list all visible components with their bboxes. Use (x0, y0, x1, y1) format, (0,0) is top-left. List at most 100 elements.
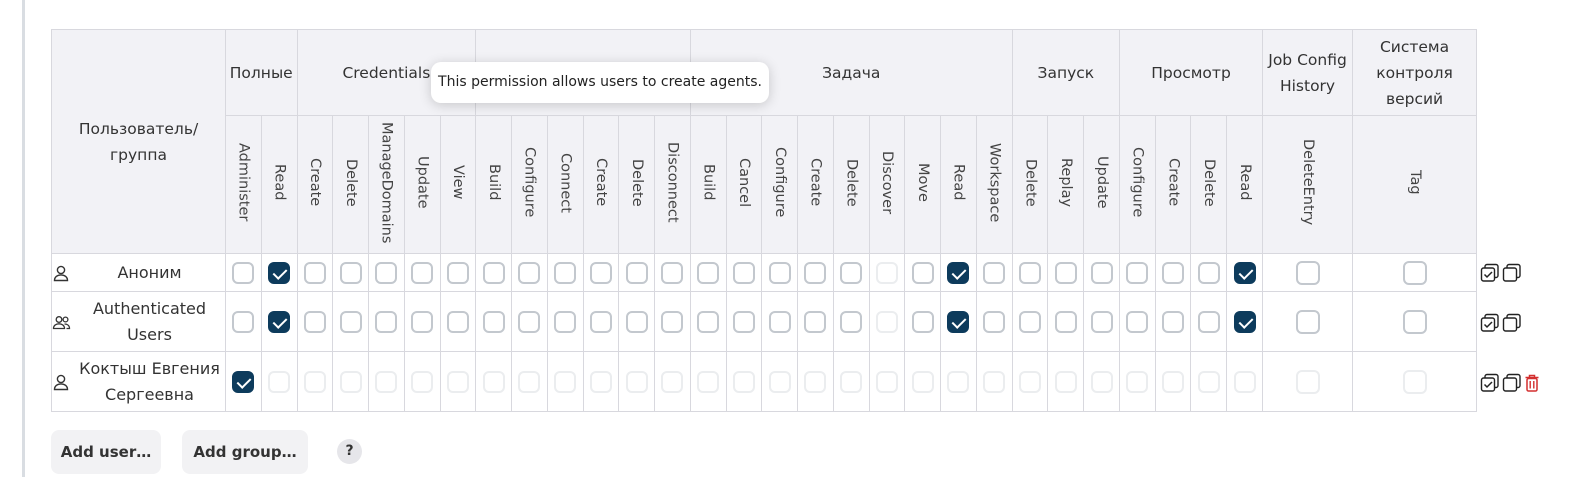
permission-checkbox[interactable] (1126, 261, 1149, 284)
permission-checkbox[interactable] (375, 261, 398, 284)
permission-checkbox (554, 370, 577, 393)
permission-label: Cancel (736, 157, 753, 208)
permission-checkbox-checked[interactable] (1233, 310, 1256, 333)
permission-checkbox[interactable] (518, 310, 541, 333)
permission-column-header: ManageDomains (368, 115, 405, 254)
permission-checkbox[interactable] (1197, 261, 1220, 284)
permission-group-label: Job Config History (1268, 50, 1347, 95)
permission-checkbox[interactable] (589, 310, 612, 333)
permission-checkbox[interactable] (1090, 310, 1113, 333)
permission-checkbox[interactable] (911, 310, 934, 333)
permission-checkbox[interactable] (232, 310, 255, 333)
row-tools (1480, 313, 1522, 333)
permission-checkbox[interactable] (661, 310, 684, 333)
permission-cell (403, 253, 441, 292)
permission-checkbox[interactable] (1197, 310, 1220, 333)
permission-checkbox[interactable] (804, 310, 827, 333)
permission-checkbox[interactable] (1019, 310, 1042, 333)
permission-checkbox[interactable] (339, 310, 362, 333)
permission-group-header: Просмотр (1118, 29, 1264, 116)
permission-cell (1262, 351, 1354, 412)
permission-checkbox[interactable] (1162, 261, 1185, 284)
permission-checkbox[interactable] (1126, 310, 1149, 333)
permission-checkbox[interactable] (1162, 310, 1185, 333)
permission-checkbox[interactable] (983, 310, 1006, 333)
permission-checkbox[interactable] (589, 261, 612, 284)
permission-label: Create (807, 158, 824, 207)
permission-checkbox[interactable] (1054, 261, 1077, 284)
add-user-button[interactable]: Add user… (51, 430, 161, 474)
permission-checkbox[interactable] (518, 261, 541, 284)
permission-cell (761, 351, 799, 412)
permission-checkbox[interactable] (697, 261, 720, 284)
permission-checkbox[interactable] (661, 261, 684, 284)
user-name: Аноним (117, 262, 182, 282)
permission-cell (1011, 253, 1049, 292)
permission-checkbox[interactable] (339, 261, 362, 284)
permission-checkbox[interactable] (983, 261, 1006, 284)
permission-checkbox[interactable] (303, 261, 326, 284)
permission-checkbox-checked[interactable] (232, 370, 255, 393)
permission-checkbox-checked[interactable] (1233, 261, 1256, 284)
permission-checkbox (840, 370, 863, 393)
permission-checkbox (1054, 370, 1077, 393)
permission-cell (1226, 351, 1264, 412)
permission-checkbox-checked[interactable] (947, 261, 970, 284)
select-all-icon[interactable] (1480, 263, 1500, 283)
permission-checkbox[interactable] (840, 261, 863, 284)
permission-checkbox[interactable] (232, 261, 255, 284)
permission-cell (260, 253, 298, 292)
permission-cell (904, 351, 942, 412)
permission-column-header: Create (797, 115, 834, 254)
permission-checkbox[interactable] (768, 261, 791, 284)
permission-checkbox[interactable] (732, 310, 755, 333)
permission-group-label: Запуск (1037, 63, 1095, 82)
permission-cell (582, 253, 620, 292)
permission-checkbox[interactable] (1054, 310, 1077, 333)
permission-checkbox[interactable] (446, 310, 469, 333)
permission-cell (940, 291, 977, 352)
permission-checkbox[interactable] (411, 310, 434, 333)
permission-checkbox[interactable] (554, 310, 577, 333)
permission-checkbox[interactable] (1019, 261, 1042, 284)
select-all-icon[interactable] (1480, 373, 1500, 393)
permission-checkbox[interactable] (1090, 261, 1113, 284)
unselect-all-icon[interactable] (1502, 373, 1522, 393)
permission-checkbox[interactable] (1402, 260, 1427, 285)
permission-checkbox[interactable] (482, 310, 505, 333)
unselect-all-icon[interactable] (1502, 263, 1522, 283)
permission-checkbox[interactable] (482, 261, 505, 284)
permission-checkbox[interactable] (554, 261, 577, 284)
permission-checkbox[interactable] (697, 310, 720, 333)
permission-label: Discover (879, 150, 896, 215)
permission-column-header: Workspace (975, 115, 1013, 254)
permission-cell (225, 351, 262, 412)
permission-label: DeleteEntry (1299, 139, 1316, 226)
permission-checkbox[interactable] (1402, 309, 1427, 334)
permission-checkbox-checked[interactable] (947, 310, 970, 333)
permission-row: Authenticated Users (51, 291, 1478, 352)
help-button[interactable]: ? (337, 439, 362, 464)
trash-icon[interactable] (1524, 373, 1540, 393)
permission-checkbox[interactable] (446, 261, 469, 284)
permission-checkbox[interactable] (625, 310, 648, 333)
permission-checkbox[interactable] (804, 261, 827, 284)
permission-checkbox[interactable] (411, 261, 434, 284)
permission-checkbox-checked[interactable] (268, 310, 291, 333)
permission-checkbox[interactable] (732, 261, 755, 284)
permission-checkbox-checked[interactable] (268, 261, 291, 284)
permission-checkbox[interactable] (840, 310, 863, 333)
permission-checkbox[interactable] (625, 261, 648, 284)
permission-checkbox[interactable] (375, 310, 398, 333)
permission-checkbox[interactable] (1295, 260, 1320, 285)
permission-checkbox[interactable] (303, 310, 326, 333)
select-all-icon[interactable] (1480, 313, 1500, 333)
permission-checkbox[interactable] (911, 261, 934, 284)
add-group-button[interactable]: Add group… (182, 430, 308, 474)
permission-checkbox[interactable] (768, 310, 791, 333)
unselect-all-icon[interactable] (1502, 313, 1522, 333)
permission-checkbox[interactable] (1295, 309, 1320, 334)
user-icon (52, 264, 74, 282)
permission-cell (725, 351, 763, 412)
permission-cell (439, 351, 477, 412)
